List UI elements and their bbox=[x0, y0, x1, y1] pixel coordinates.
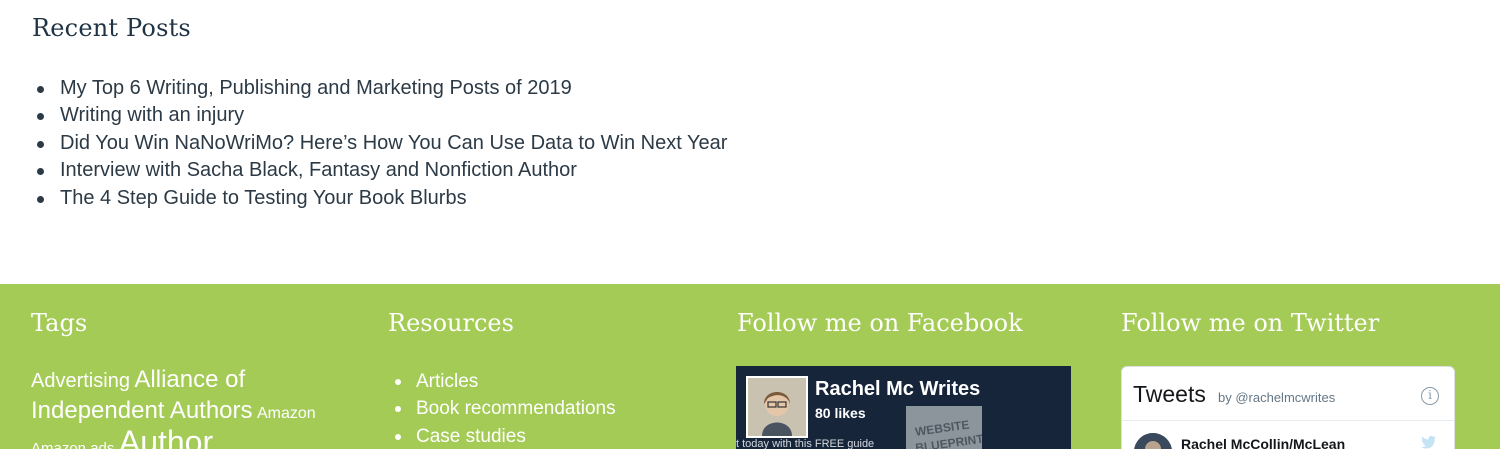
tags-heading: Tags bbox=[31, 309, 88, 337]
profile-photo-icon bbox=[748, 378, 806, 436]
tag-link[interactable]: Amazon bbox=[257, 405, 316, 422]
avatar[interactable] bbox=[1134, 433, 1172, 449]
twitter-bird-icon bbox=[1420, 435, 1436, 449]
user-avatar-icon bbox=[1134, 433, 1172, 449]
resource-link[interactable]: Articles bbox=[416, 371, 478, 392]
twitter-heading: Follow me on Twitter bbox=[1121, 309, 1380, 337]
facebook-page-name[interactable]: Rachel Mc Writes bbox=[815, 378, 980, 401]
tweets-title: Tweets bbox=[1133, 381, 1206, 407]
resource-link[interactable]: Book recommendations bbox=[416, 398, 616, 419]
tag-cloud: Advertising Alliance of Independent Auth… bbox=[31, 366, 361, 449]
recent-posts-section: Recent Posts My Top 6 Writing, Publishin… bbox=[32, 14, 932, 209]
book-cover-icon: WEBSITE BLUEPRINT bbox=[906, 406, 982, 449]
facebook-avatar[interactable] bbox=[746, 376, 808, 438]
twitter-handle-link[interactable]: by @rachelmcwrites bbox=[1218, 390, 1335, 405]
post-link[interactable]: Did You Win NaNoWriMo? Here’s How You Ca… bbox=[60, 132, 727, 154]
resources-list: Articles Book recommendations Case studi… bbox=[388, 368, 616, 449]
site-footer: Tags Advertising Alliance of Independent… bbox=[0, 284, 1500, 449]
list-item: Case studies bbox=[388, 423, 616, 449]
list-item: Interview with Sacha Black, Fantasy and … bbox=[32, 157, 727, 184]
tag-link[interactable]: Author bbox=[119, 424, 213, 449]
facebook-likes: 80 likes bbox=[815, 405, 866, 421]
tag-link[interactable]: Advertising bbox=[31, 370, 130, 392]
list-item: Articles bbox=[388, 368, 616, 395]
facebook-heading: Follow me on Facebook bbox=[737, 309, 1023, 337]
tag-link[interactable]: Amazon ads bbox=[31, 440, 114, 449]
info-icon[interactable]: i bbox=[1421, 387, 1439, 405]
list-item: Book recommendations bbox=[388, 395, 616, 422]
book-cover-image: WEBSITE BLUEPRINT bbox=[906, 406, 982, 449]
facebook-page-widget[interactable]: Rachel Mc Writes 80 likes WEBSITE BLUEPR… bbox=[736, 366, 1071, 449]
recent-posts-list: My Top 6 Writing, Publishing and Marketi… bbox=[32, 75, 727, 212]
list-item: Writing with an injury bbox=[32, 102, 727, 129]
divider bbox=[1122, 420, 1454, 421]
recent-posts-heading: Recent Posts bbox=[32, 14, 191, 42]
list-item: The 4 Step Guide to Testing Your Book Bl… bbox=[32, 185, 727, 212]
twitter-timeline-widget[interactable]: Tweets by @rachelmcwrites i Rachel McCol… bbox=[1121, 366, 1455, 449]
resource-link[interactable]: Case studies bbox=[416, 426, 526, 447]
post-link[interactable]: The 4 Step Guide to Testing Your Book Bl… bbox=[60, 187, 467, 209]
post-link[interactable]: My Top 6 Writing, Publishing and Marketi… bbox=[60, 77, 572, 99]
facebook-cover-text: t today with this FREE guide bbox=[736, 438, 875, 449]
post-link[interactable]: Writing with an injury bbox=[60, 104, 244, 126]
tweet-author-name[interactable]: Rachel McCollin/McLean bbox=[1181, 436, 1345, 449]
resources-heading: Resources bbox=[388, 309, 514, 337]
list-item: My Top 6 Writing, Publishing and Marketi… bbox=[32, 75, 727, 102]
list-item: Did You Win NaNoWriMo? Here’s How You Ca… bbox=[32, 130, 727, 157]
post-link[interactable]: Interview with Sacha Black, Fantasy and … bbox=[60, 159, 577, 181]
